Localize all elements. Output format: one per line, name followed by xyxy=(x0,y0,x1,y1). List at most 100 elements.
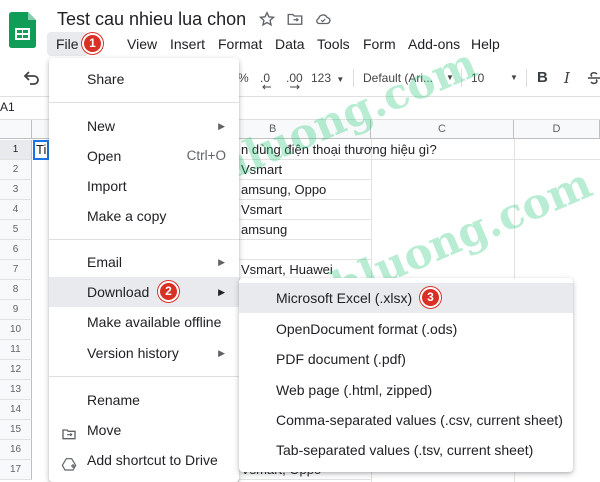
file-menu-move[interactable]: Move xyxy=(49,415,239,445)
toolbar-divider xyxy=(526,69,527,87)
number-format-dropdown[interactable]: 123 ▼ xyxy=(311,62,344,94)
row-header[interactable]: 5 xyxy=(0,220,32,240)
file-menu-make-available-offline[interactable]: Make available offline xyxy=(49,307,239,337)
menu-format[interactable]: Format xyxy=(209,32,271,56)
file-menu-share[interactable]: Share xyxy=(49,64,239,94)
font-family-dropdown[interactable]: Default (Ari... ▼ xyxy=(363,62,454,94)
menu-item-label: OpenDocument format (.ods) xyxy=(276,321,458,337)
format-percent-button[interactable]: % xyxy=(238,62,249,94)
menu-item-label: Make available offline xyxy=(87,314,222,330)
file-menu-new[interactable]: New ▶ xyxy=(49,111,239,141)
file-menu-import[interactable]: Import xyxy=(49,171,239,201)
decrease-decimal-label: .0 xyxy=(260,71,271,85)
menu-add-ons[interactable]: Add-ons xyxy=(399,32,469,56)
row-header[interactable]: 11 xyxy=(0,340,32,360)
row-header[interactable]: 7 xyxy=(0,260,32,280)
cell-b2[interactable]: Vsmart xyxy=(238,160,371,180)
italic-button[interactable]: I xyxy=(564,62,570,94)
submenu-arrow-icon: ▶ xyxy=(218,121,225,131)
toolbar-divider xyxy=(353,69,354,87)
menu-item-label: Download xyxy=(87,284,150,300)
menu-item-label: Rename xyxy=(87,392,140,408)
download-csv[interactable]: Comma-separated values (.csv, current sh… xyxy=(239,405,573,435)
column-header-c[interactable]: C xyxy=(371,120,514,139)
cloud-saved-icon[interactable] xyxy=(314,10,332,28)
download-html[interactable]: Web page (.html, zipped) xyxy=(239,375,573,405)
row-header[interactable]: 16 xyxy=(0,440,32,460)
move-folder-icon xyxy=(61,422,77,440)
submenu-arrow-icon: ▶ xyxy=(218,257,225,267)
increase-decimal-label: .00 xyxy=(286,71,303,85)
menu-item-label: Share xyxy=(87,71,125,87)
row-header[interactable]: 10 xyxy=(0,320,32,340)
shortcut-label: Ctrl+O xyxy=(186,148,226,163)
file-menu-version-history[interactable]: Version history ▶ xyxy=(49,338,239,368)
row-header[interactable]: 17 xyxy=(0,460,32,480)
file-menu-download[interactable]: Download ▶ xyxy=(49,277,239,307)
number-format-label: 123 xyxy=(311,71,332,85)
selected-cell-a1[interactable]: Tin xyxy=(33,140,49,160)
select-all-corner[interactable] xyxy=(0,120,32,139)
file-menu-email[interactable]: Email ▶ xyxy=(49,247,239,277)
font-size-dropdown[interactable]: 10 ▼ xyxy=(471,62,521,94)
file-menu-make-a-copy[interactable]: Make a copy xyxy=(49,201,239,231)
menu-item-label: Add shortcut to Drive xyxy=(87,452,218,468)
cell-b3[interactable]: amsung, Oppo xyxy=(238,180,371,200)
file-menu-open[interactable]: Open Ctrl+O xyxy=(49,141,239,171)
menu-view[interactable]: View xyxy=(118,32,166,56)
cell-b1[interactable]: n dùng điện thoại thương hiệu gì? xyxy=(238,140,600,160)
strikethrough-icon[interactable] xyxy=(588,62,600,94)
google-sheets-logo-icon[interactable] xyxy=(9,12,36,48)
cell-b7[interactable]: Vsmart, Huawei xyxy=(238,260,371,280)
row-header[interactable]: 12 xyxy=(0,360,32,380)
row-header[interactable]: 15 xyxy=(0,420,32,440)
download-pdf[interactable]: PDF document (.pdf) xyxy=(239,344,573,374)
row-header[interactable]: 4 xyxy=(0,200,32,220)
menu-item-label: Comma-separated values (.csv, current sh… xyxy=(276,412,563,428)
menu-form[interactable]: Form xyxy=(354,32,405,56)
row-header[interactable]: 3 xyxy=(0,180,32,200)
cell-b6[interactable] xyxy=(238,240,371,260)
menu-help[interactable]: Help xyxy=(462,32,509,56)
row-header[interactable]: 2 xyxy=(0,160,32,180)
menu-item-label: Move xyxy=(87,422,122,438)
row-header[interactable]: 6 xyxy=(0,240,32,260)
download-ods[interactable]: OpenDocument format (.ods) xyxy=(239,314,573,344)
download-tsv[interactable]: Tab-separated values (.tsv, current shee… xyxy=(239,435,573,465)
row-header[interactable]: 13 xyxy=(0,380,32,400)
document-title[interactable]: Test cau nhieu lua chon xyxy=(57,9,246,30)
bold-button[interactable]: B xyxy=(537,62,548,94)
column-header-b[interactable]: B xyxy=(238,120,371,139)
cell-b5[interactable]: amsung xyxy=(238,220,371,240)
column-header-d[interactable]: D xyxy=(514,120,600,139)
file-menu-add-shortcut-to-drive[interactable]: Add shortcut to Drive xyxy=(49,445,239,475)
move-folder-icon[interactable] xyxy=(286,10,304,28)
file-menu-rename[interactable]: Rename xyxy=(49,385,239,415)
menu-tools[interactable]: Tools xyxy=(308,32,359,56)
menu-item-label: New xyxy=(87,118,116,134)
undo-icon[interactable] xyxy=(22,62,40,94)
menu-item-label: Microsoft Excel (.xlsx) xyxy=(276,290,413,306)
menu-divider xyxy=(49,239,239,240)
menu-item-label: PDF document (.pdf) xyxy=(276,351,406,367)
cell-b4[interactable]: Vsmart xyxy=(238,200,371,220)
font-family-label: Default (Ari... xyxy=(363,71,434,85)
menu-item-label: Open xyxy=(87,148,122,164)
row-header[interactable]: 9 xyxy=(0,300,32,320)
increase-decimal-button[interactable]: .00 xyxy=(286,62,303,94)
row-header[interactable]: 8 xyxy=(0,280,32,300)
menu-data[interactable]: Data xyxy=(266,32,314,56)
submenu-arrow-icon: ▶ xyxy=(218,287,225,297)
step-badge-2: 2 xyxy=(158,281,179,302)
download-xlsx[interactable]: Microsoft Excel (.xlsx) xyxy=(239,283,573,313)
toolbar-divider xyxy=(461,69,462,87)
name-box[interactable]: A1 xyxy=(0,100,15,114)
star-icon[interactable] xyxy=(258,10,276,28)
menu-insert[interactable]: Insert xyxy=(161,32,214,56)
row-header[interactable]: 14 xyxy=(0,400,32,420)
menu-item-label: Web page (.html, zipped) xyxy=(276,382,433,398)
add-shortcut-icon xyxy=(61,452,77,471)
row-header[interactable]: 1 xyxy=(0,140,32,160)
chevron-down-icon: ▼ xyxy=(446,73,454,82)
decrease-decimal-button[interactable]: .0 xyxy=(260,62,271,94)
